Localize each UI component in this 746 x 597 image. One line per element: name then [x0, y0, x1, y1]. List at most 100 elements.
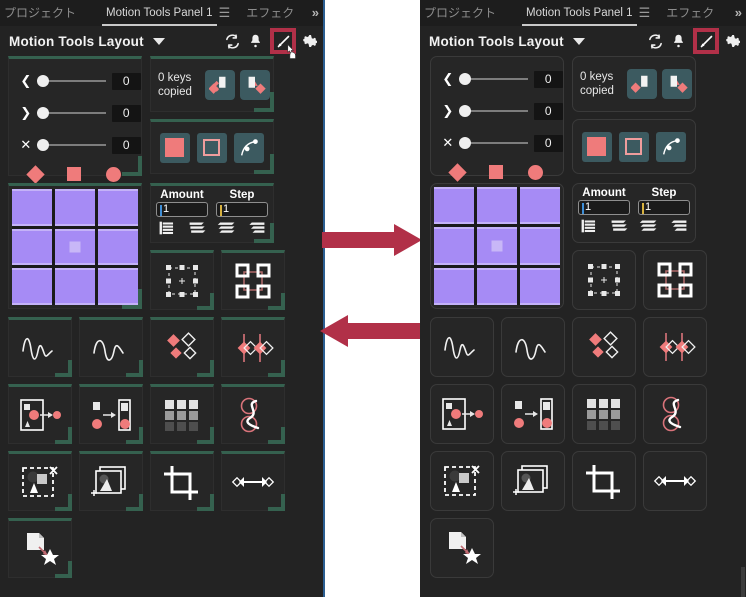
hamburger-icon[interactable]: ☰ [639, 5, 651, 21]
square-shape-icon[interactable] [488, 165, 503, 179]
chevron-double-right-icon[interactable]: » [312, 0, 319, 26]
grid-cell[interactable] [98, 268, 138, 305]
chevron-down-icon[interactable] [572, 37, 585, 45]
grid-cell[interactable] [12, 228, 52, 266]
tab-motion-tools-panel-1[interactable]: Motion Tools Panel 1 [102, 0, 217, 26]
grid-cell[interactable] [12, 268, 52, 305]
fill-shape-button[interactable] [159, 132, 190, 163]
copy-keys-button[interactable] [627, 69, 657, 99]
align-left-icon[interactable] [580, 218, 599, 239]
apply-preset-tool[interactable] [8, 518, 72, 578]
grid-cell-selected[interactable] [55, 228, 95, 266]
wave-graph-tool[interactable] [8, 317, 72, 377]
slider-track[interactable] [36, 75, 106, 87]
slider-row[interactable]: ✕ 0 [431, 127, 563, 159]
slider-track[interactable] [458, 137, 528, 149]
align-stagger-right-icon[interactable] [639, 218, 658, 239]
slider-knob[interactable] [458, 105, 471, 117]
fill-shape-button[interactable] [581, 131, 612, 162]
grid-cell[interactable] [520, 227, 560, 265]
motion-path-tool[interactable] [430, 384, 494, 444]
step-input[interactable]: 1 [216, 202, 268, 217]
tab-project[interactable]: プロジェクト [0, 0, 80, 26]
transfer-motion-tool[interactable] [501, 384, 565, 444]
gear-icon[interactable] [726, 33, 742, 49]
grid-cell-selected[interactable] [477, 227, 517, 265]
grid-cell[interactable] [520, 187, 560, 225]
gear-icon[interactable] [303, 33, 319, 49]
step-input[interactable]: 1 [638, 200, 690, 215]
anchor-point-grid[interactable] [8, 183, 142, 309]
curve-path-button[interactable] [656, 131, 687, 162]
grid-cell[interactable] [55, 268, 95, 305]
distribute-tool[interactable] [221, 451, 285, 511]
slider-row[interactable]: ✕ 0 [9, 129, 141, 161]
paste-keys-button[interactable] [240, 70, 270, 100]
bell-icon[interactable] [248, 33, 263, 49]
slider-track[interactable] [36, 107, 106, 119]
chevron-down-icon[interactable] [152, 37, 165, 45]
slider-knob[interactable] [36, 75, 49, 87]
loop-path-tool[interactable] [221, 384, 285, 444]
four-corners-tool[interactable] [221, 250, 285, 310]
scatter-keys-tool[interactable] [572, 317, 636, 377]
transfer-motion-tool[interactable] [79, 384, 143, 444]
apply-preset-tool[interactable] [430, 518, 494, 578]
grid-fade-tool[interactable] [150, 384, 214, 444]
transform-box-tool[interactable] [572, 250, 636, 310]
align-right-icon[interactable] [247, 220, 266, 241]
amount-input[interactable]: 1 [578, 200, 630, 215]
arc-graph-tool[interactable] [79, 317, 143, 377]
align-left-icon[interactable] [158, 220, 177, 241]
diamond-shape-icon[interactable] [448, 162, 468, 182]
paste-keys-button[interactable] [662, 69, 692, 99]
tab-effects[interactable]: エフェク [662, 0, 718, 26]
circle-shape-icon[interactable] [105, 166, 121, 182]
slider-value[interactable]: 0 [533, 134, 563, 152]
split-keys-tool[interactable] [643, 317, 707, 377]
motion-path-tool[interactable] [8, 384, 72, 444]
grid-cell[interactable] [55, 189, 95, 226]
grid-cell[interactable] [434, 187, 474, 225]
anchor-point-grid[interactable] [430, 183, 564, 309]
four-corners-tool[interactable] [643, 250, 707, 310]
stroke-shape-button[interactable] [196, 132, 227, 163]
slider-knob[interactable] [458, 137, 471, 149]
align-right-icon[interactable] [669, 218, 688, 239]
stroke-shape-button[interactable] [618, 131, 649, 162]
distribute-tool[interactable] [643, 451, 707, 511]
grid-cell[interactable] [477, 267, 517, 305]
copy-keys-button[interactable] [205, 70, 235, 100]
split-keys-tool[interactable] [221, 317, 285, 377]
grid-cell[interactable] [434, 267, 474, 305]
loop-path-tool[interactable] [643, 384, 707, 444]
grid-cell[interactable] [434, 227, 474, 265]
circle-shape-icon[interactable] [527, 164, 543, 180]
slider-track[interactable] [458, 73, 528, 85]
slider-value[interactable]: 0 [533, 70, 563, 88]
align-stagger-left-icon[interactable] [188, 220, 207, 241]
wave-graph-tool[interactable] [430, 317, 494, 377]
hamburger-icon[interactable]: ☰ [219, 5, 231, 21]
delete-selection-tool[interactable] [430, 451, 494, 511]
slider-track[interactable] [458, 105, 528, 117]
grid-cell[interactable] [12, 189, 52, 226]
slider-value[interactable]: 0 [111, 104, 141, 122]
square-shape-icon[interactable] [66, 167, 81, 181]
duplicate-layer-tool[interactable] [501, 451, 565, 511]
slider-knob[interactable] [36, 139, 49, 151]
tab-project[interactable]: プロジェクト [420, 0, 500, 26]
slider-value[interactable]: 0 [533, 102, 563, 120]
slider-row[interactable]: ❯ 0 [431, 95, 563, 127]
refresh-icon[interactable] [224, 33, 241, 50]
diamond-shape-icon[interactable] [26, 164, 46, 184]
grid-cell[interactable] [98, 228, 138, 266]
align-stagger-left-icon[interactable] [610, 218, 629, 239]
slider-knob[interactable] [36, 107, 49, 119]
grid-fade-tool[interactable] [572, 384, 636, 444]
curve-path-button[interactable] [234, 132, 265, 163]
delete-selection-tool[interactable] [8, 451, 72, 511]
vertical-scrollbar[interactable] [741, 567, 745, 597]
slider-row[interactable]: ❮ 0 [9, 65, 141, 97]
pencil-icon[interactable] [270, 28, 296, 59]
